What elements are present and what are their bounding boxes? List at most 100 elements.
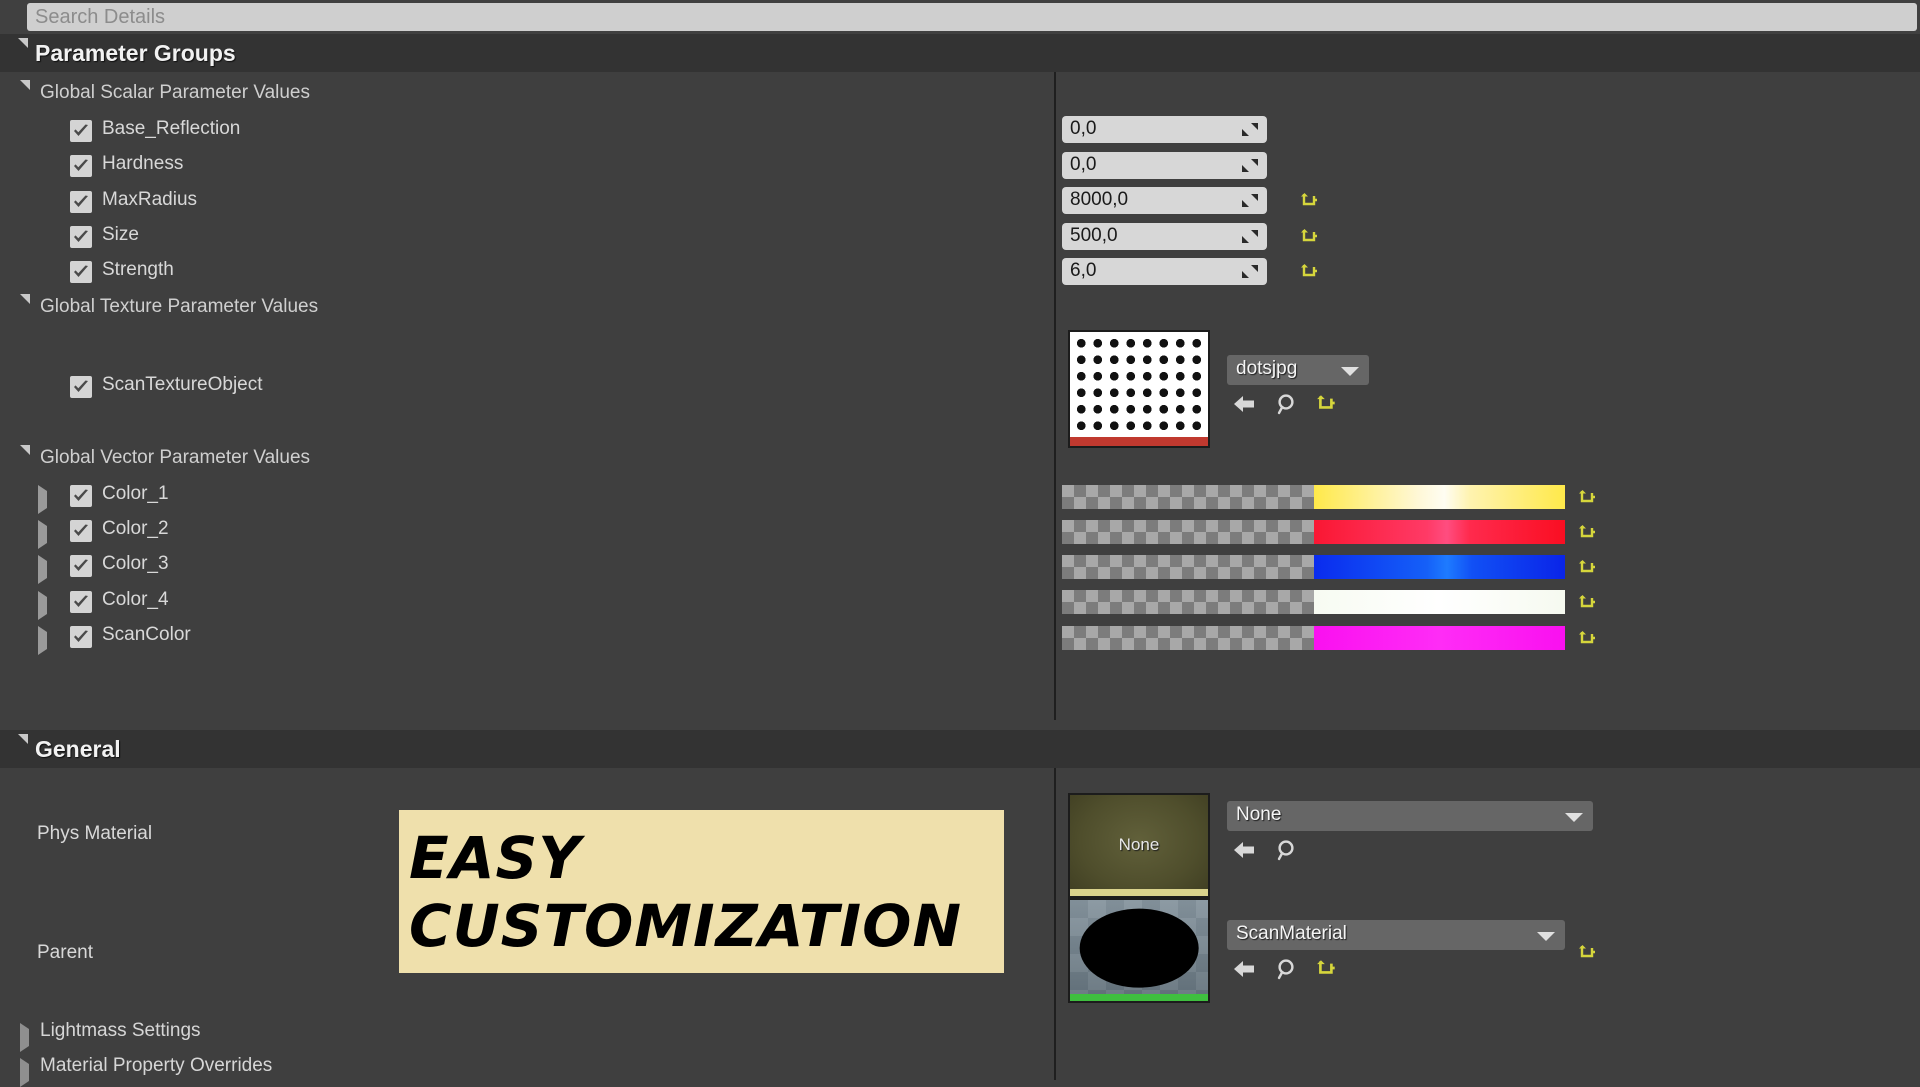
- checkbox[interactable]: [70, 226, 92, 248]
- param-label: Color_2: [102, 518, 169, 539]
- color-fill: [1313, 626, 1565, 650]
- easy-customization-banner: EASY CUSTOMIZATION: [399, 810, 1004, 973]
- asset-actions-scantextureobject: [1232, 392, 1382, 418]
- asset-combo-scantextureobject[interactable]: dotsjpg: [1227, 355, 1369, 385]
- color-swatch-color-2[interactable]: [1062, 520, 1565, 544]
- section-header-general[interactable]: General: [0, 730, 1920, 768]
- asset-actions-phys-material: [1232, 838, 1382, 864]
- dots-pattern: [1070, 332, 1208, 437]
- param-label: Strength: [102, 259, 174, 280]
- expand-triangle-icon[interactable]: [38, 591, 47, 620]
- asset-actions-parent: [1232, 957, 1382, 983]
- checkbox[interactable]: [70, 555, 92, 577]
- numeric-input-hardness[interactable]: 0,0: [1062, 152, 1267, 179]
- reset-arrow-icon[interactable]: [1578, 592, 1598, 612]
- chevron-down-icon[interactable]: [1341, 367, 1359, 376]
- column-splitter[interactable]: [1054, 72, 1056, 720]
- search-input[interactable]: [27, 3, 1917, 31]
- reset-arrow-icon[interactable]: [1578, 487, 1598, 507]
- group-label: Global Texture Parameter Values: [40, 296, 319, 317]
- chevron-down-icon[interactable]: [1565, 813, 1583, 822]
- param-label: Size: [102, 224, 139, 245]
- magnifier-icon[interactable]: [1274, 392, 1300, 416]
- asset-name: ScanMaterial: [1236, 923, 1347, 944]
- color-fill: [1313, 485, 1565, 509]
- checkbox[interactable]: [70, 191, 92, 213]
- expand-triangle-icon[interactable]: [20, 80, 30, 108]
- asset-combo-phys-material[interactable]: None: [1227, 801, 1593, 831]
- collapsed-label: Lightmass Settings: [40, 1020, 201, 1041]
- color-swatch-color-4[interactable]: [1062, 590, 1565, 614]
- dots-texture-thumbnail[interactable]: [1068, 330, 1210, 448]
- expand-triangle-icon[interactable]: [38, 555, 47, 584]
- group-label: Global Scalar Parameter Values: [40, 82, 310, 103]
- param-label: ScanColor: [102, 624, 191, 645]
- color-swatch-color-1[interactable]: [1062, 485, 1565, 509]
- alpha-checker: [1062, 520, 1314, 544]
- numeric-input-base-reflection[interactable]: 0,0: [1062, 116, 1267, 143]
- numeric-value: 500,0: [1070, 225, 1118, 246]
- reset-arrow-icon[interactable]: [1578, 942, 1598, 962]
- spinner-icon[interactable]: [1241, 122, 1259, 137]
- spinner-icon[interactable]: [1241, 193, 1259, 208]
- spinner-icon[interactable]: [1241, 229, 1259, 244]
- expand-triangle-icon[interactable]: [20, 1058, 29, 1087]
- column-splitter[interactable]: [1054, 768, 1056, 1080]
- checkbox[interactable]: [70, 485, 92, 507]
- group-label: Global Vector Parameter Values: [40, 447, 311, 468]
- spinner-icon[interactable]: [1241, 264, 1259, 279]
- reset-arrow-icon[interactable]: [1316, 392, 1342, 416]
- expand-triangle-icon[interactable]: [38, 520, 47, 549]
- magnifier-icon[interactable]: [1274, 838, 1300, 862]
- color-fill: [1313, 590, 1565, 614]
- checkbox[interactable]: [70, 591, 92, 613]
- reset-arrow-icon[interactable]: [1578, 522, 1598, 542]
- alpha-checker: [1062, 555, 1314, 579]
- color-swatch-color-3[interactable]: [1062, 555, 1565, 579]
- asset-combo-parent[interactable]: ScanMaterial: [1227, 920, 1565, 950]
- checkbox[interactable]: [70, 261, 92, 283]
- checkbox[interactable]: [70, 376, 92, 398]
- details-panel: Parameter Groups Global Scalar Parameter…: [0, 0, 1920, 1087]
- reset-arrow-icon[interactable]: [1316, 957, 1342, 981]
- expand-triangle-icon[interactable]: [20, 445, 30, 473]
- numeric-value: 0,0: [1070, 118, 1097, 139]
- numeric-input-size[interactable]: 500,0: [1062, 223, 1267, 250]
- banner-line-2: CUSTOMIZATION: [409, 891, 962, 960]
- texture-preview: [1070, 332, 1208, 446]
- scanmaterial-sphere-thumbnail[interactable]: [1068, 898, 1210, 1003]
- color-fill: [1313, 555, 1565, 579]
- expand-triangle-icon[interactable]: [18, 38, 28, 66]
- expand-triangle-icon[interactable]: [20, 294, 30, 322]
- numeric-input-maxradius[interactable]: 8000,0: [1062, 187, 1267, 214]
- reset-arrow-icon[interactable]: [1300, 261, 1320, 281]
- section-title: Parameter Groups: [35, 40, 236, 66]
- back-arrow-icon[interactable]: [1232, 392, 1258, 416]
- back-arrow-icon[interactable]: [1232, 838, 1258, 862]
- expand-triangle-icon[interactable]: [38, 485, 47, 514]
- asset-type-bar: [1070, 437, 1208, 446]
- checkbox[interactable]: [70, 120, 92, 142]
- reset-arrow-icon[interactable]: [1300, 190, 1320, 210]
- none-physmaterial-thumbnail[interactable]: None: [1068, 793, 1210, 898]
- reset-arrow-icon[interactable]: [1578, 628, 1598, 648]
- reset-arrow-icon[interactable]: [1300, 226, 1320, 246]
- reset-arrow-icon[interactable]: [1578, 557, 1598, 577]
- banner-line-1: EASY: [409, 823, 582, 892]
- magnifier-icon[interactable]: [1274, 957, 1300, 981]
- numeric-input-strength[interactable]: 6,0: [1062, 258, 1267, 285]
- spinner-icon[interactable]: [1241, 158, 1259, 173]
- asset-name: None: [1236, 804, 1282, 825]
- expand-triangle-icon[interactable]: [38, 626, 47, 655]
- section-header-parameter-groups[interactable]: Parameter Groups: [0, 34, 1920, 72]
- expand-triangle-icon[interactable]: [18, 734, 28, 762]
- checkbox[interactable]: [70, 520, 92, 542]
- back-arrow-icon[interactable]: [1232, 957, 1258, 981]
- chevron-down-icon[interactable]: [1537, 932, 1555, 941]
- color-swatch-scancolor[interactable]: [1062, 626, 1565, 650]
- checkbox[interactable]: [70, 155, 92, 177]
- checkbox[interactable]: [70, 626, 92, 648]
- param-label: Hardness: [102, 153, 184, 174]
- numeric-value: 0,0: [1070, 154, 1097, 175]
- expand-triangle-icon[interactable]: [20, 1023, 29, 1052]
